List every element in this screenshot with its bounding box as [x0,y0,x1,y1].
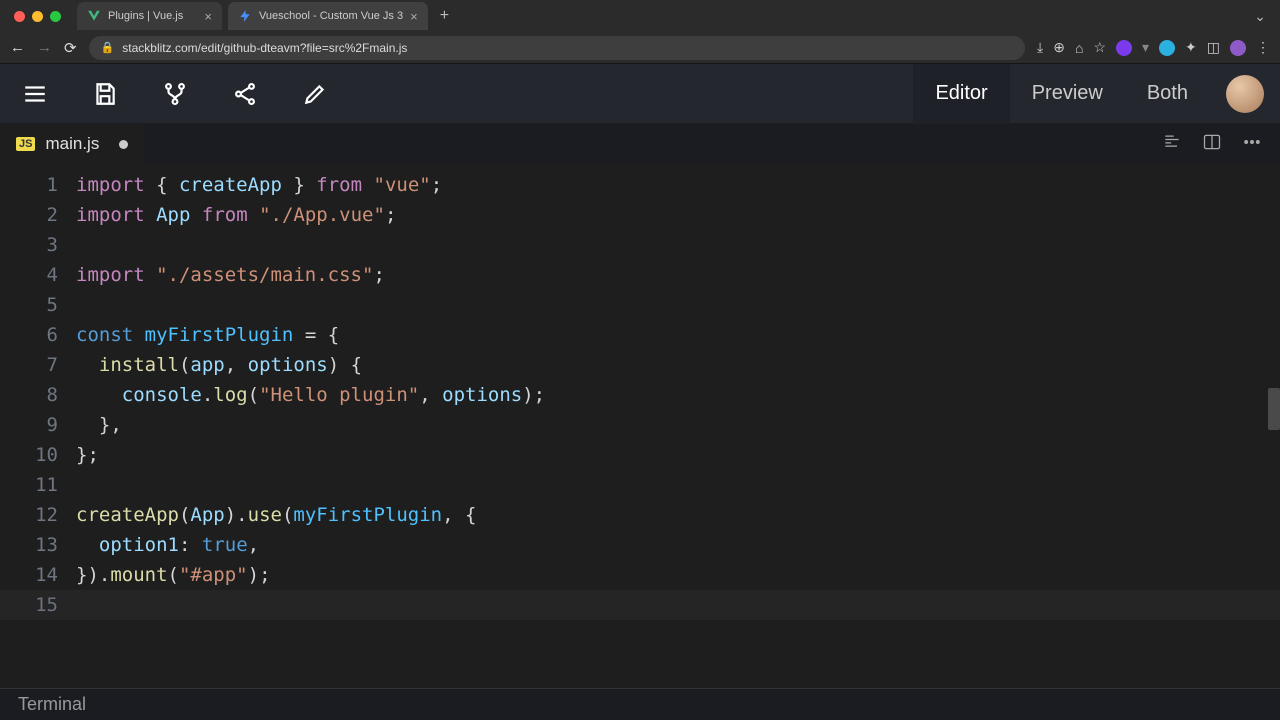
prettier-icon[interactable] [1162,132,1182,157]
view-tab-editor[interactable]: Editor [913,64,1009,124]
extension-icon[interactable] [1159,40,1175,56]
menu-button[interactable] [0,64,70,124]
unsaved-indicator-icon [119,140,128,149]
chevron-down-icon[interactable]: ⌄ [1254,8,1272,25]
terminal-panel[interactable]: Terminal [0,688,1280,720]
code-editor[interactable]: 123456789101112131415 import { createApp… [0,164,1280,684]
extensions-menu-icon[interactable]: ✦ [1185,39,1197,56]
profile-avatar-icon[interactable] [1230,40,1246,56]
sidepanel-icon[interactable]: ◫ [1207,39,1220,56]
app-toolbar: Editor Preview Both [0,64,1280,124]
view-tab-both[interactable]: Both [1125,64,1210,124]
new-tab-button[interactable]: + [434,7,455,25]
star-icon[interactable]: ☆ [1093,39,1106,56]
maximize-window-icon[interactable] [50,11,61,22]
view-mode-tabs: Editor Preview Both [913,64,1210,124]
address-bar: ← → ⟳ 🔒 stackblitz.com/edit/github-dteav… [0,32,1280,64]
more-actions-icon[interactable] [1242,132,1262,157]
split-editor-icon[interactable] [1202,132,1222,157]
edit-button[interactable] [280,64,350,124]
file-tab-mainjs[interactable]: JS main.js [0,124,144,164]
url-text: stackblitz.com/edit/github-dteavm?file=s… [122,41,407,55]
window-controls[interactable] [14,11,61,22]
terminal-label: Terminal [18,694,86,715]
code-content[interactable]: import { createApp } from "vue"; import … [76,164,1280,684]
close-tab-icon[interactable]: × [410,9,418,24]
scrollbar-thumb[interactable] [1268,388,1280,430]
extension-icon[interactable]: ▾ [1142,39,1149,56]
user-avatar[interactable] [1226,75,1264,113]
vue-favicon-icon [87,9,101,23]
browser-tab-plugins[interactable]: Plugins | Vue.js × [77,2,222,30]
editor-scrollbar[interactable] [1268,164,1280,684]
file-name: main.js [45,134,99,154]
minimize-window-icon[interactable] [32,11,43,22]
save-button[interactable] [70,64,140,124]
tab-title: Plugins | Vue.js [108,10,183,22]
install-icon[interactable]: ⤓ [1037,39,1043,56]
close-tab-icon[interactable]: × [204,9,212,24]
tab-strip: Plugins | Vue.js × Vueschool - Custom Vu… [0,0,1280,32]
browser-tab-vueschool[interactable]: Vueschool - Custom Vue Js 3 × [228,2,428,30]
view-tab-preview[interactable]: Preview [1010,64,1125,124]
reload-button[interactable]: ⟳ [64,39,77,57]
bolt-favicon-icon [238,9,252,23]
url-input[interactable]: 🔒 stackblitz.com/edit/github-dteavm?file… [89,36,1025,60]
close-window-icon[interactable] [14,11,25,22]
share-button[interactable] [210,64,280,124]
search-icon[interactable]: ⊕ [1053,39,1065,56]
fork-button[interactable] [140,64,210,124]
lock-icon: 🔒 [101,41,115,54]
kebab-menu-icon[interactable]: ⋮ [1256,39,1270,56]
browser-chrome: Plugins | Vue.js × Vueschool - Custom Vu… [0,0,1280,64]
extension-icon[interactable] [1116,40,1132,56]
forward-button[interactable]: → [37,39,52,56]
editor-actions [1162,132,1280,157]
browser-actions: ⤓ ⊕ ⌂ ☆ ▾ ✦ ◫ ⋮ [1037,39,1270,56]
file-tab-bar: JS main.js [0,124,1280,164]
zoom-icon[interactable]: ⌂ [1075,40,1083,56]
back-button[interactable]: ← [10,39,25,56]
js-badge-icon: JS [16,137,35,151]
tab-title: Vueschool - Custom Vue Js 3 [259,10,403,22]
